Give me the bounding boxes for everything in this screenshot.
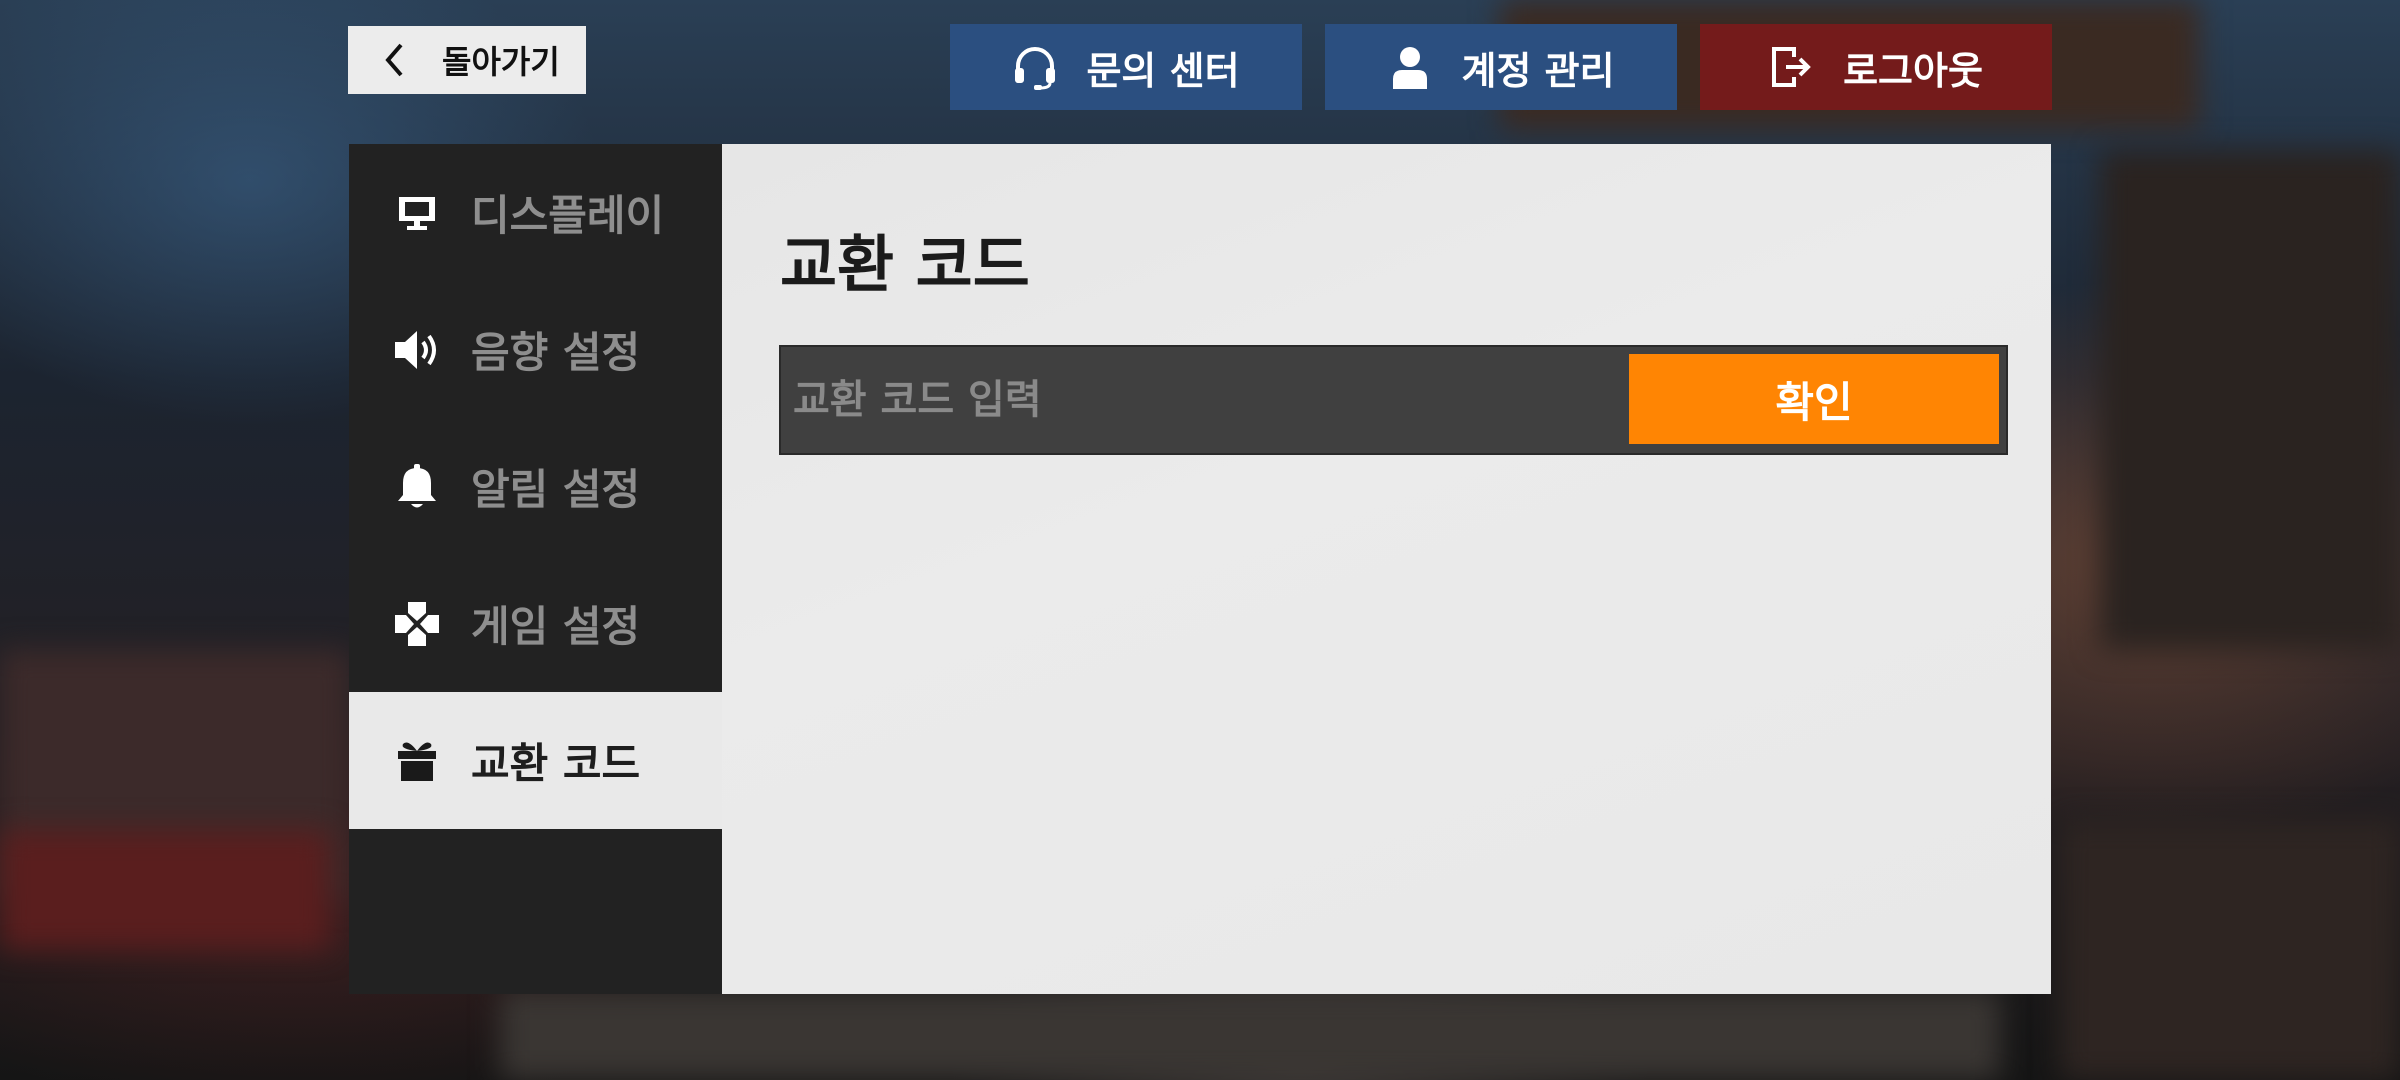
monitor-icon: [393, 189, 441, 237]
confirm-button[interactable]: 확인: [1629, 354, 1999, 444]
sidebar-item-label: 알림 설정: [471, 465, 641, 514]
sidebar-item-redeem-code[interactable]: 교환 코드: [349, 692, 722, 829]
support-center-button[interactable]: 문의 센터: [950, 24, 1302, 110]
sidebar-item-label: 교환 코드: [471, 739, 641, 788]
settings-sidebar: 디스플레이 음향 설정 알림 설정 게임 설정 교환 코드: [349, 144, 722, 994]
support-center-label: 문의 센터: [1086, 48, 1240, 93]
logout-button[interactable]: 로그아웃: [1700, 24, 2052, 110]
back-button-label: 돌아가기: [442, 43, 560, 81]
user-icon: [1387, 44, 1433, 90]
sidebar-item-label: 음향 설정: [471, 328, 641, 377]
sidebar-item-notifications[interactable]: 알림 설정: [349, 418, 722, 555]
sidebar-item-label: 게임 설정: [471, 602, 641, 651]
redeem-code-form: 확인: [779, 345, 2008, 455]
logout-icon: [1769, 44, 1815, 90]
sidebar-item-game-settings[interactable]: 게임 설정: [349, 555, 722, 692]
chevron-left-icon: [378, 43, 412, 77]
back-button[interactable]: 돌아가기: [348, 26, 586, 94]
sidebar-item-label: 디스플레이: [471, 191, 665, 240]
page-title: 교환 코드: [780, 228, 1030, 301]
gamepad-icon: [393, 600, 441, 648]
sidebar-item-sound[interactable]: 음향 설정: [349, 281, 722, 418]
redeem-code-panel: 교환 코드 확인: [722, 144, 2051, 994]
bell-icon: [393, 463, 441, 511]
gift-icon: [393, 737, 441, 785]
account-management-button[interactable]: 계정 관리: [1325, 24, 1677, 110]
headset-icon: [1012, 44, 1058, 90]
redeem-code-input[interactable]: [781, 347, 1621, 453]
speaker-icon: [393, 326, 441, 374]
account-management-label: 계정 관리: [1461, 48, 1615, 93]
logout-label: 로그아웃: [1843, 48, 1983, 93]
sidebar-item-display[interactable]: 디스플레이: [349, 144, 722, 281]
